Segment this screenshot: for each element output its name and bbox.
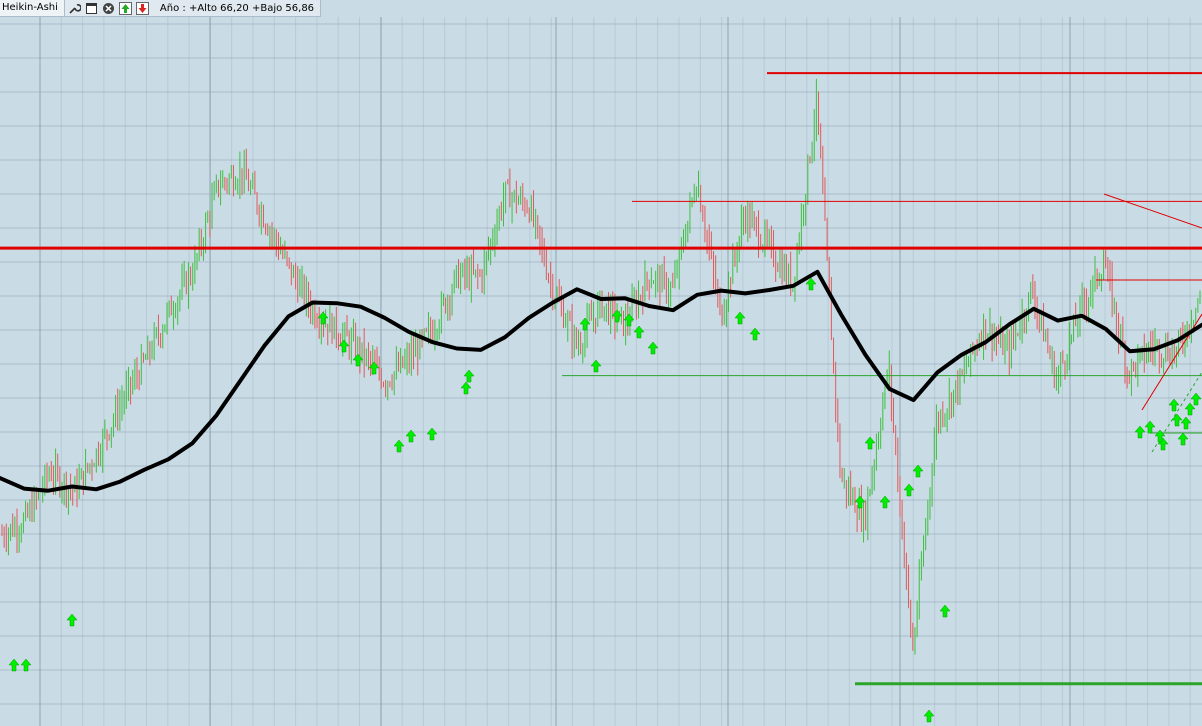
buy-arrow-icon (1168, 398, 1180, 412)
buy-arrow-icon (1190, 392, 1202, 406)
wrench-icon[interactable] (68, 1, 82, 15)
buy-arrow-icon (939, 604, 951, 618)
buy-arrow-icon (1184, 402, 1196, 416)
buy-arrow-icon (66, 613, 78, 627)
buy-arrow-icon (1144, 420, 1156, 434)
buy-arrow-icon (633, 325, 645, 339)
buy-arrow-icon (879, 495, 891, 509)
buy-arrow-icon (590, 359, 602, 373)
buy-arrow-icon (912, 464, 924, 478)
range-summary: Año : +Alto 66,20 +Bajo 56,86 (159, 2, 315, 14)
buy-arrow-icon (923, 709, 935, 723)
price-chart (0, 17, 1202, 726)
indicator-name[interactable]: Heikin-Ashi (0, 0, 65, 16)
move-down-icon[interactable] (136, 1, 150, 15)
trend-line-down (1103, 193, 1202, 229)
buy-arrow-icon (1171, 413, 1183, 427)
chart-grid (0, 17, 1202, 726)
buy-arrow-icon (1177, 432, 1189, 446)
move-up-icon[interactable] (119, 1, 133, 15)
buy-arrow-icon (579, 317, 591, 331)
buy-arrow-icon (864, 436, 876, 450)
close-icon[interactable] (102, 1, 116, 15)
buy-arrow-icon (1180, 416, 1192, 430)
chart-window: Heikin-Ashi Año : +Alto 66,20 +Bajo 56,8… (0, 0, 1202, 726)
buy-arrow-icon (20, 658, 32, 672)
buy-arrow-icon (1134, 425, 1146, 439)
window-icon[interactable] (85, 1, 99, 15)
buy-arrow-icon (460, 381, 472, 395)
buy-arrow-icon (647, 341, 659, 355)
buy-arrow-icon (903, 483, 915, 497)
level-lines (0, 72, 1202, 686)
buy-arrow-icon (426, 427, 438, 441)
buy-arrow-icon (734, 311, 746, 325)
indicator-toolbar: Heikin-Ashi Año : +Alto 66,20 +Bajo 56,8… (0, 0, 322, 17)
buy-arrow-icon (611, 309, 623, 323)
buy-arrow-icon (8, 658, 20, 672)
